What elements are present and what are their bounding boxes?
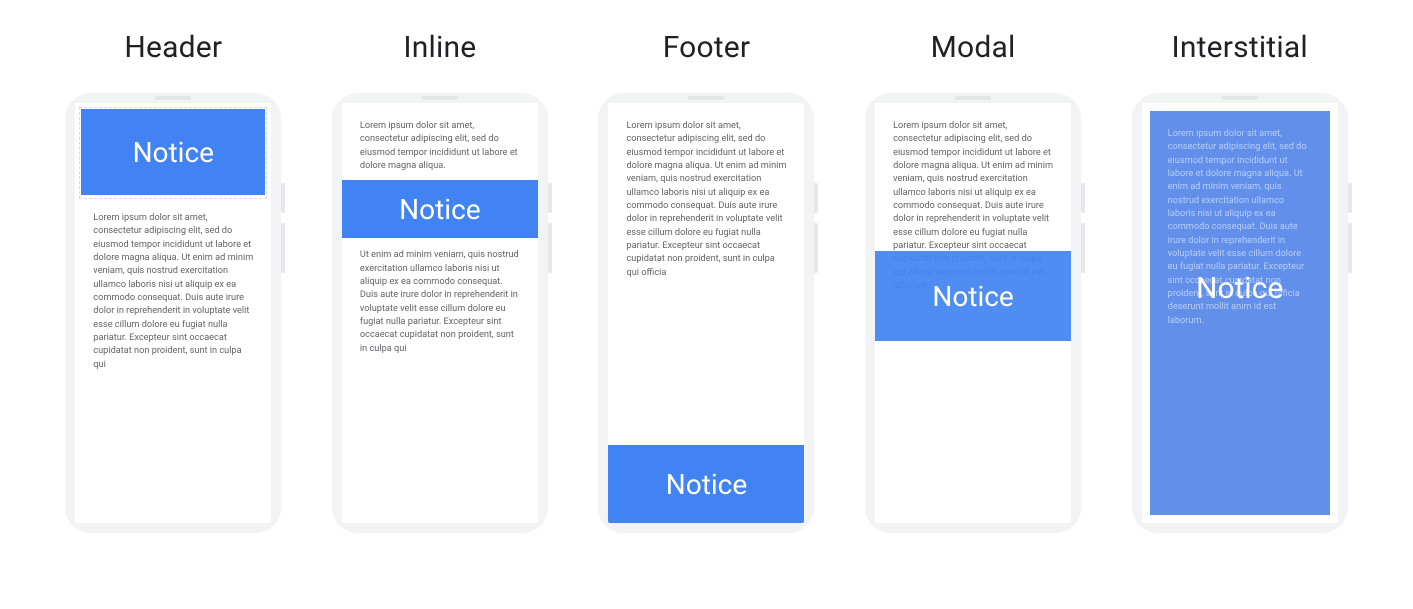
notice-banner-modal: Notice bbox=[875, 251, 1071, 341]
variant-inline-column: Inline Lorem ipsum dolor sit amet, conse… bbox=[307, 30, 574, 533]
phone-mockup: Lorem ipsum dolor sit amet, consectetur … bbox=[332, 93, 548, 533]
notice-banner-inline: Notice bbox=[342, 180, 538, 238]
variant-label: Interstitial bbox=[1172, 30, 1308, 65]
variant-interstitial-column: Interstitial Lorem ipsum dolor sit amet,… bbox=[1106, 30, 1373, 533]
phone-mockup: Lorem ipsum dolor sit amet, consectetur … bbox=[1132, 93, 1348, 533]
filler-text: Ut enim ad minim veniam, quis nostrud ex… bbox=[360, 248, 520, 355]
body-content-top: Lorem ipsum dolor sit amet, consectetur … bbox=[342, 103, 538, 180]
phone-mockup: Lorem ipsum dolor sit amet, consectetur … bbox=[865, 93, 1081, 533]
filler-text: Lorem ipsum dolor sit amet, consectetur … bbox=[360, 119, 520, 172]
phone-earpiece bbox=[422, 96, 458, 100]
diagram-canvas: Header Notice Lorem ipsum dolor sit amet… bbox=[0, 0, 1413, 609]
notice-banner-footer: Notice bbox=[608, 445, 804, 523]
phone-mockup: Lorem ipsum dolor sit amet, consectetur … bbox=[598, 93, 814, 533]
phone-screen: Lorem ipsum dolor sit amet, consectetur … bbox=[608, 103, 804, 523]
phone-earpiece bbox=[955, 96, 991, 100]
variant-label: Inline bbox=[403, 30, 476, 65]
phone-screen: Lorem ipsum dolor sit amet, consectetur … bbox=[875, 103, 1071, 523]
phone-screen: Notice Lorem ipsum dolor sit amet, conse… bbox=[75, 103, 271, 523]
phone-screen: Lorem ipsum dolor sit amet, consectetur … bbox=[342, 103, 538, 523]
variant-header-column: Header Notice Lorem ipsum dolor sit amet… bbox=[40, 30, 307, 533]
body-content: Lorem ipsum dolor sit amet, consectetur … bbox=[608, 103, 804, 437]
phone-earpiece bbox=[1222, 96, 1258, 100]
variant-label: Footer bbox=[663, 30, 751, 65]
notice-banner-header: Notice bbox=[81, 109, 265, 195]
phone-earpiece bbox=[155, 96, 191, 100]
variant-modal-column: Modal Lorem ipsum dolor sit amet, consec… bbox=[840, 30, 1107, 533]
body-content-bottom: Ut enim ad minim veniam, quis nostrud ex… bbox=[342, 238, 538, 355]
variant-footer-column: Footer Lorem ipsum dolor sit amet, conse… bbox=[573, 30, 840, 533]
variant-label: Header bbox=[124, 30, 222, 65]
filler-text: Lorem ipsum dolor sit amet, consectetur … bbox=[93, 211, 253, 371]
interstitial-overlay: Lorem ipsum dolor sit amet, consectetur … bbox=[1150, 111, 1330, 515]
phone-screen: Lorem ipsum dolor sit amet, consectetur … bbox=[1142, 103, 1338, 523]
notice-banner-interstitial: Notice bbox=[1150, 261, 1330, 317]
filler-text: Lorem ipsum dolor sit amet, consectetur … bbox=[626, 119, 786, 279]
body-content: Lorem ipsum dolor sit amet, consectetur … bbox=[75, 195, 271, 371]
variant-label: Modal bbox=[931, 30, 1016, 65]
phone-mockup: Notice Lorem ipsum dolor sit amet, conse… bbox=[65, 93, 281, 533]
phone-earpiece bbox=[688, 96, 724, 100]
